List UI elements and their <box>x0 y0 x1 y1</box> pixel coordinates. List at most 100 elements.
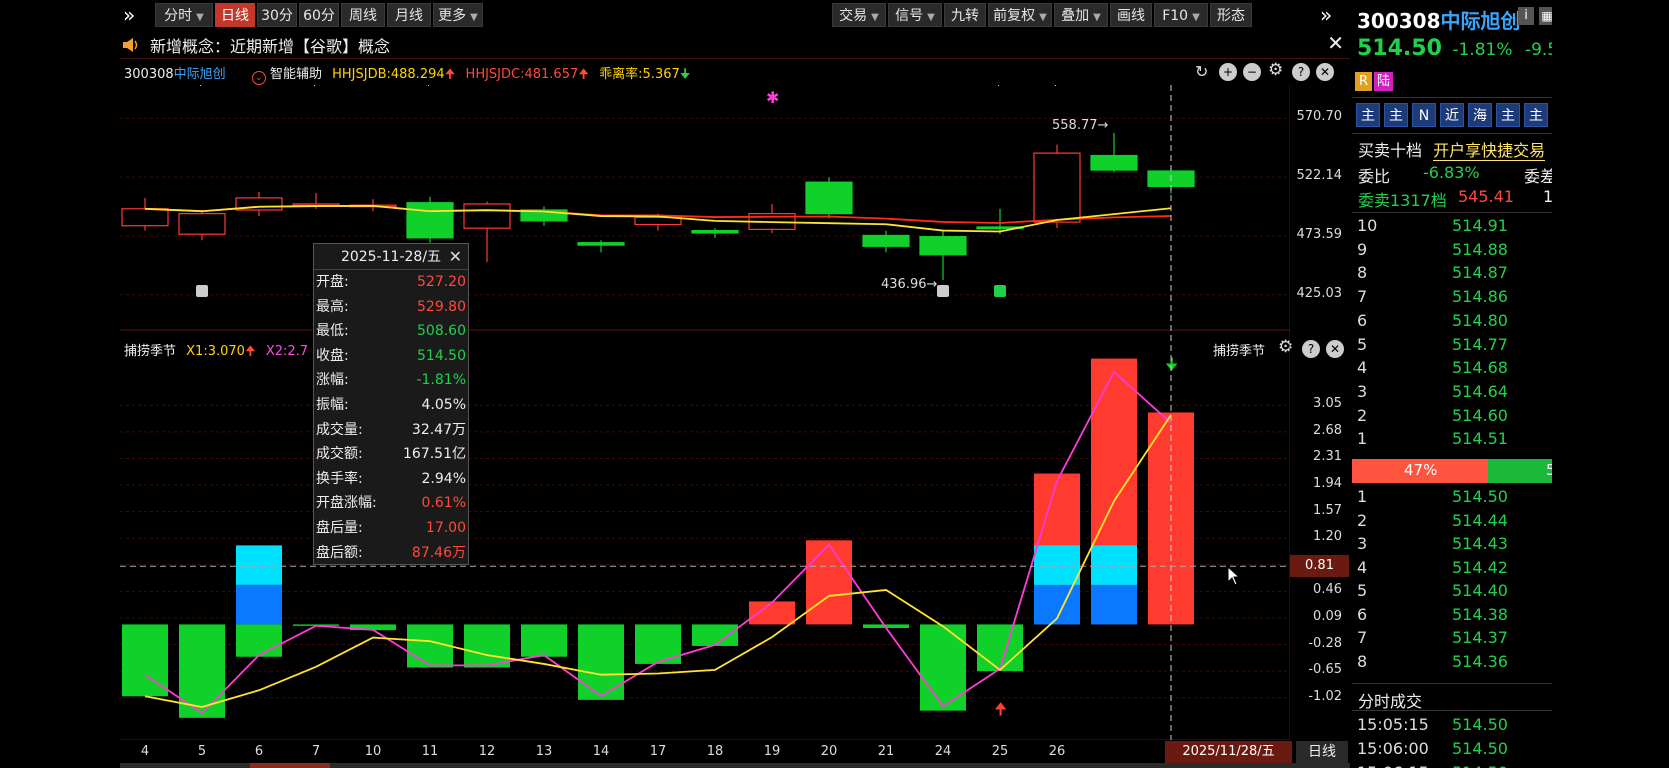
ask-row[interactable]: 9 514.88 <box>1352 238 1552 262</box>
tag-r[interactable]: R <box>1355 72 1372 91</box>
ask-level: 4 <box>1357 358 1368 378</box>
expand-right-icon[interactable]: » <box>1320 5 1340 25</box>
candle-body[interactable] <box>1090 154 1138 171</box>
tool-button[interactable]: 画线 <box>1110 3 1152 27</box>
tool-button[interactable]: 叠加 ▼ <box>1054 3 1108 27</box>
period-badge[interactable]: 日线 <box>1296 741 1348 763</box>
period-tab[interactable]: 60分 <box>299 3 339 27</box>
ask-row[interactable]: 8 514.87 <box>1352 261 1552 285</box>
period-tab[interactable]: 周线 <box>341 3 385 27</box>
stock-name[interactable]: 中际旭创 <box>174 67 226 82</box>
upper-panel-tools: ↻ + − ⚙ ? ✕ <box>1195 60 1345 82</box>
bid-row[interactable]: 3 514.43 <box>1352 532 1552 556</box>
osc-bar[interactable] <box>578 624 624 700</box>
scroll-thumb[interactable] <box>250 763 330 768</box>
bid-row[interactable]: 1 514.50 <box>1352 485 1552 509</box>
candle-body[interactable] <box>919 236 967 256</box>
buy-arrow-icon: 🠉 <box>994 700 1007 719</box>
event-marker-icon[interactable] <box>937 285 949 297</box>
ask-row[interactable]: 7 514.86 <box>1352 285 1552 309</box>
bid-row[interactable]: 7 514.37 <box>1352 626 1552 650</box>
osc-tick: 2.31 <box>1313 449 1342 465</box>
osc-bar[interactable] <box>521 624 567 657</box>
ask-row[interactable]: 4 514.68 <box>1352 356 1552 380</box>
ask-row[interactable]: 1 514.51 <box>1352 427 1552 451</box>
book-header: 买卖十档 开户享快捷交易 <box>1358 137 1546 161</box>
tool-button[interactable]: 形态 <box>1210 3 1252 27</box>
close-tooltip-icon[interactable]: ✕ <box>449 244 462 270</box>
candle-body[interactable] <box>805 181 853 215</box>
candle-body[interactable] <box>178 213 226 235</box>
trades-title[interactable]: 分时成交 <box>1358 688 1422 712</box>
book-title[interactable]: 买卖十档 <box>1358 141 1422 160</box>
osc-bar[interactable] <box>236 624 282 657</box>
tool-button[interactable]: F10 ▼ <box>1154 3 1208 27</box>
bid-row[interactable]: 2 514.44 <box>1352 509 1552 533</box>
ask-row[interactable]: 5 514.77 <box>1352 333 1552 357</box>
mini-tab-button[interactable]: N <box>1412 103 1436 127</box>
book-promo-link[interactable]: 开户享快捷交易 <box>1433 141 1546 161</box>
assist-toggle-icon[interactable]: ⌄ <box>251 71 266 85</box>
assist-label[interactable]: 智能辅助 <box>270 67 322 82</box>
ask-row[interactable]: 6 514.80 <box>1352 309 1552 333</box>
candle-body[interactable] <box>1033 152 1081 223</box>
tool-button[interactable]: 九转 <box>944 3 986 27</box>
trade-price: 514.50 <box>1452 715 1508 734</box>
mini-tab-button[interactable]: 主 <box>1524 103 1548 127</box>
bid-row[interactable]: 4 514.42 <box>1352 556 1552 580</box>
quote-price-line: 514.50 -1.81% -9.50 <box>1357 36 1569 61</box>
mini-tab-button[interactable]: 海 <box>1468 103 1492 127</box>
help-icon[interactable]: ? <box>1302 340 1320 358</box>
candle-body[interactable] <box>862 234 910 247</box>
candle-body[interactable] <box>463 203 511 229</box>
osc-bar[interactable] <box>806 540 852 625</box>
close-panel-icon[interactable]: ✕ <box>1316 63 1334 81</box>
osc-bar[interactable] <box>692 624 738 646</box>
event-marker-icon[interactable] <box>196 285 208 297</box>
zoom-in-icon[interactable]: + <box>1219 63 1237 81</box>
osc-overlay-bar <box>236 545 282 585</box>
tool-button[interactable]: 交易 ▼ <box>832 3 886 27</box>
bid-row[interactable]: 8 514.36 <box>1352 650 1552 674</box>
candle-body[interactable] <box>691 229 739 234</box>
osc-bar[interactable] <box>920 624 966 711</box>
info-icon[interactable]: i <box>1518 7 1534 25</box>
bid-row[interactable]: 6 514.38 <box>1352 603 1552 627</box>
help-icon[interactable]: ? <box>1292 63 1310 81</box>
period-tab[interactable]: 日线 <box>215 3 255 27</box>
period-tab[interactable]: 分时 ▼ <box>155 3 213 27</box>
tooltip-row: 振幅: 4.05% <box>314 393 468 418</box>
osc-bar[interactable] <box>464 624 510 668</box>
period-tab[interactable]: 30分 <box>257 3 297 27</box>
tool-button[interactable]: 信号 ▼ <box>888 3 942 27</box>
candle-body[interactable] <box>121 208 169 227</box>
period-tab[interactable]: 月线 <box>387 3 431 27</box>
collapse-left-icon[interactable]: » <box>123 5 143 25</box>
mini-tab-button[interactable]: 主 <box>1356 103 1380 127</box>
close-panel-icon[interactable]: ✕ <box>1326 340 1344 358</box>
osc-bar[interactable] <box>977 624 1023 672</box>
osc-bar[interactable] <box>749 601 795 625</box>
event-marker-icon[interactable] <box>994 285 1006 297</box>
ask-row[interactable]: 2 514.60 <box>1352 404 1552 428</box>
date-tick: 7 <box>311 744 321 759</box>
tag-lu[interactable]: 陆 <box>1374 72 1393 91</box>
refresh-icon[interactable]: ↻ <box>1195 62 1208 81</box>
mini-tab-button[interactable]: 主 <box>1496 103 1520 127</box>
mini-tab-button[interactable]: 主 <box>1384 103 1408 127</box>
period-tab[interactable]: 更多 ▼ <box>433 3 483 27</box>
ask-row[interactable]: 10 514.91 <box>1352 214 1552 238</box>
settings-icon[interactable]: ⚙ <box>1268 60 1283 80</box>
tool-button[interactable]: 前复权 ▼ <box>988 3 1052 27</box>
close-notice-icon[interactable]: ✕ <box>1327 31 1344 55</box>
side-edge <box>1552 0 1669 768</box>
candle-body[interactable] <box>577 242 625 246</box>
zoom-out-icon[interactable]: − <box>1243 63 1261 81</box>
ask-row[interactable]: 3 514.64 <box>1352 380 1552 404</box>
candle-body[interactable] <box>406 202 454 239</box>
tooltip-key: 成交额: <box>316 446 363 463</box>
mini-tab-button[interactable]: 近 <box>1440 103 1464 127</box>
kline-chart[interactable]: 558.77→ 436.96→ * * * * * ✱ 🠉 🠋 <box>120 85 1290 740</box>
quote-name[interactable]: 中际旭创 <box>1441 9 1521 33</box>
bid-row[interactable]: 5 514.40 <box>1352 579 1552 603</box>
